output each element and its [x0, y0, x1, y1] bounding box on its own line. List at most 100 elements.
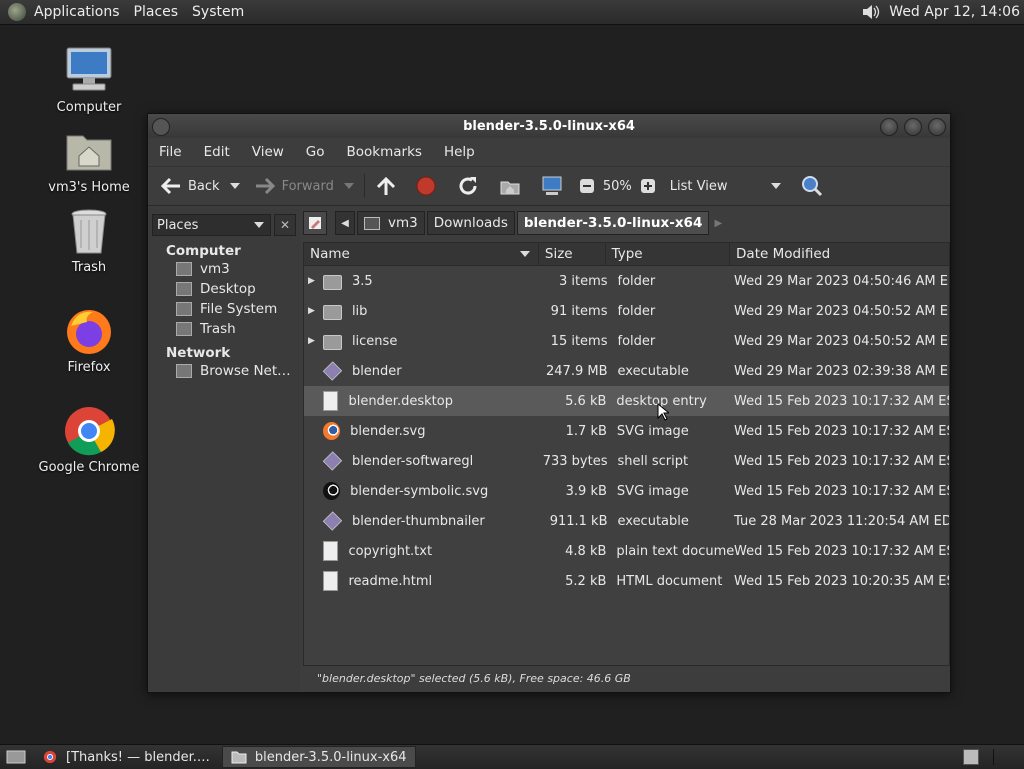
- file-row[interactable]: readme.html 5.2 kB HTML document Wed 15 Feb…: [304, 566, 949, 596]
- toggle-location-entry-button[interactable]: [303, 211, 327, 235]
- view-mode-dropdown[interactable]: List View: [666, 171, 786, 201]
- file-row[interactable]: ▶ 3.5 3 items folder Wed 29 Mar 2023 04:50:4…: [304, 266, 949, 296]
- breadcrumb-current[interactable]: blender-3.5.0-linux-x64: [516, 211, 710, 235]
- file-row[interactable]: ▶ lib 91 items folder Wed 29 Mar 2023 04:50:…: [304, 296, 949, 326]
- sidebar-combo-label: Places: [157, 217, 199, 233]
- taskbar-item-file-manager[interactable]: blender-3.5.0-linux-x64: [221, 746, 416, 768]
- breadcrumb-scroll-left-button[interactable]: ◀: [335, 211, 355, 235]
- folder-file-icon: [323, 275, 342, 290]
- back-button[interactable]: Back: [156, 171, 244, 201]
- sidebar-item-trash[interactable]: Trash: [176, 319, 300, 339]
- file-type: desktop entry: [616, 393, 707, 409]
- file-list[interactable]: Name Size Type Date Modified ▶ 3.5 3 items…: [303, 242, 950, 666]
- desktop-icon-chrome[interactable]: Google Chrome: [34, 406, 144, 475]
- forward-history-chevron-icon[interactable]: [343, 183, 354, 189]
- file-name: blender-thumbnailer: [351, 513, 485, 529]
- zoom-in-button[interactable]: [636, 171, 660, 201]
- mouse-cursor-icon: [657, 403, 669, 421]
- file-type: shell script: [617, 453, 689, 469]
- breadcrumb-downloads[interactable]: Downloads: [426, 211, 515, 235]
- file-row[interactable]: blender 247.9 MB executable Wed 29 Mar 2023…: [304, 356, 949, 386]
- file-date-modified: Wed 15 Feb 2023 10:17:32 AM EST: [734, 393, 950, 409]
- desktop-icon-trash[interactable]: Trash: [34, 206, 144, 275]
- menu-applications[interactable]: Applications: [34, 4, 120, 20]
- home-button[interactable]: [495, 171, 525, 201]
- close-button[interactable]: [928, 118, 946, 136]
- column-header-type[interactable]: Type: [606, 243, 731, 265]
- status-bar: "blender.desktop" selected (5.6 kB), Fre…: [317, 671, 631, 685]
- menu-go[interactable]: Go: [306, 144, 325, 160]
- menu-help[interactable]: Help: [444, 144, 475, 160]
- maximize-button[interactable]: [904, 118, 922, 136]
- expander-triangle-icon[interactable]: ▶: [304, 276, 319, 286]
- file-name: blender.desktop: [348, 393, 453, 409]
- file-type: folder: [617, 303, 656, 319]
- desktop-icon-computer[interactable]: Computer: [34, 46, 144, 115]
- desktop-icon-home[interactable]: vm3's Home: [34, 126, 144, 195]
- sidebar-item-desktop[interactable]: Desktop: [176, 279, 300, 299]
- exec-file-icon: [322, 511, 343, 531]
- sidebar-item-file-system[interactable]: File System: [176, 299, 300, 319]
- workspace-switcher-2[interactable]: [993, 749, 1024, 765]
- file-row[interactable]: blender-thumbnailer 911.1 kB executable Tue…: [304, 506, 949, 536]
- show-desktop-button[interactable]: [2, 747, 30, 767]
- file-date-modified: Wed 29 Mar 2023 02:39:38 AM EDT: [734, 363, 950, 379]
- menu-system[interactable]: System: [192, 4, 244, 20]
- stop-button[interactable]: [411, 171, 441, 201]
- zoom-level[interactable]: 50%: [603, 179, 632, 194]
- desktop-icon-firefox[interactable]: Firefox: [34, 306, 144, 375]
- window-title: blender-3.5.0-linux-x64: [463, 118, 635, 134]
- menu-edit[interactable]: Edit: [204, 144, 230, 160]
- clock[interactable]: Wed Apr 12, 14:06: [889, 4, 1020, 20]
- minimize-button[interactable]: [880, 118, 898, 136]
- file-row[interactable]: blender-softwaregl 733 bytes shell script W…: [304, 446, 949, 476]
- reload-button[interactable]: [453, 171, 483, 201]
- search-button[interactable]: [797, 171, 827, 201]
- toolbar: Back Forward 50% List View: [148, 166, 950, 206]
- exec-file-icon: [322, 451, 343, 471]
- menu-file[interactable]: File: [159, 144, 182, 160]
- taskbar-item-chrome[interactable]: [Thanks! — blender.…: [34, 747, 218, 767]
- file-row[interactable]: copyright.txt 4.8 kB plain text documentWe…: [304, 536, 949, 566]
- window-titlebar[interactable]: blender-3.5.0-linux-x64: [148, 114, 950, 138]
- file-name: 3.5: [351, 273, 373, 289]
- file-size: 911.1 kB: [549, 513, 608, 529]
- back-history-chevron-icon[interactable]: [229, 183, 240, 189]
- sidebar-places-combo[interactable]: Places: [152, 214, 271, 236]
- volume-icon[interactable]: [861, 2, 881, 22]
- file-size: 4.8 kB: [565, 543, 607, 559]
- workspace-switcher-1[interactable]: [963, 749, 979, 765]
- forward-button[interactable]: Forward: [250, 171, 358, 201]
- sidebar-item-vm3[interactable]: vm3: [176, 259, 300, 279]
- sidebar-item-label: Trash: [200, 321, 236, 337]
- column-header-size[interactable]: Size: [539, 243, 606, 265]
- window-menu-button[interactable]: [152, 118, 170, 136]
- computer-icon: [63, 46, 115, 98]
- breadcrumb-vm3[interactable]: vm3: [357, 211, 425, 235]
- file-type: executable: [617, 513, 689, 529]
- file-date-modified: Wed 29 Mar 2023 04:50:46 AM EDT: [734, 273, 950, 289]
- up-button[interactable]: [371, 171, 401, 201]
- home-icon: [364, 216, 380, 230]
- expander-triangle-icon[interactable]: ▶: [304, 306, 319, 316]
- zoom-out-button[interactable]: [575, 171, 599, 201]
- distro-logo-icon[interactable]: [8, 3, 26, 21]
- breadcrumb-scroll-right-button[interactable]: ▶: [709, 212, 727, 234]
- sidebar-close-button[interactable]: ✕: [274, 214, 296, 236]
- menu-view[interactable]: View: [252, 144, 284, 160]
- sidebar-item-browse-network[interactable]: Browse Net…: [176, 361, 300, 381]
- expander-triangle-icon[interactable]: ▶: [304, 336, 319, 346]
- menu-bookmarks[interactable]: Bookmarks: [347, 144, 422, 160]
- column-header-date-modified[interactable]: Date Modified: [730, 243, 949, 265]
- sidebar: Places ✕ Computer vm3 Desktop File Syste…: [148, 209, 300, 691]
- file-row[interactable]: ▶ license 15 items folder Wed 29 Mar 2023 04…: [304, 326, 949, 356]
- file-date-modified: Wed 15 Feb 2023 10:17:32 AM EST: [734, 423, 950, 439]
- search-icon: [802, 176, 823, 197]
- computer-button[interactable]: [537, 171, 567, 201]
- file-row[interactable]: blender.desktop 5.6 kB desktop entry Wed 15…: [304, 386, 949, 416]
- file-row[interactable]: blender.svg 1.7 kB SVG image Wed 15 Feb 202…: [304, 416, 949, 446]
- network-icon: [176, 364, 192, 378]
- column-header-name[interactable]: Name: [304, 243, 539, 265]
- menu-places[interactable]: Places: [134, 4, 179, 20]
- file-row[interactable]: blender-symbolic.svg 3.9 kB SVG image Wed 1…: [304, 476, 949, 506]
